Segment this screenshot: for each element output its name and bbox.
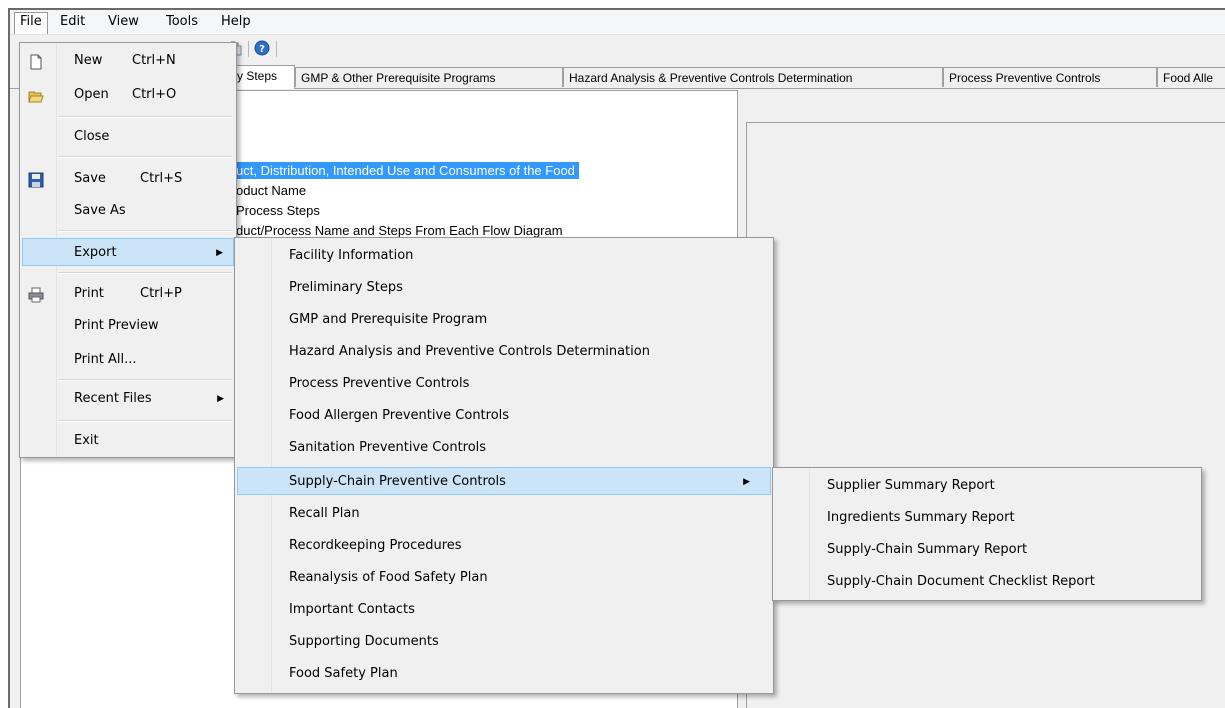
export-item-process-preventive-controls[interactable]: Process Preventive Controls <box>237 370 771 398</box>
menu-item-label: Sanitation Preventive Controls <box>289 440 487 455</box>
report-ingredients-summary[interactable]: Ingredients Summary Report <box>775 504 1199 532</box>
tree-node-product-distribution[interactable]: uct, Distribution, Intended Use and Cons… <box>236 162 579 179</box>
menu-item-label: Preliminary Steps <box>289 280 403 295</box>
export-item-hazard-analysis[interactable]: Hazard Analysis and Preventive Controls … <box>237 338 771 366</box>
report-supplier-summary[interactable]: Supplier Summary Report <box>775 472 1199 500</box>
menu-item-label: Facility Information <box>289 248 414 263</box>
tree-node-product-name[interactable]: oduct Name <box>236 182 306 199</box>
menu-edit[interactable]: Edit <box>54 13 91 31</box>
menu-separator <box>58 420 232 422</box>
menu-bar: File Edit View Tools Help <box>10 10 1225 35</box>
help-icon[interactable]: ? <box>254 40 270 56</box>
menu-item-label: Supply-Chain Summary Report <box>827 542 1028 557</box>
export-item-sanitation-preventive-controls[interactable]: Sanitation Preventive Controls <box>237 434 771 462</box>
tree-node-process-steps[interactable]: Process Steps <box>236 202 320 219</box>
menu-item-label: Print Preview <box>74 318 159 333</box>
menu-item-label: Ingredients Summary Report <box>827 510 1015 525</box>
menu-item-label: Recordkeeping Procedures <box>289 538 462 553</box>
toolbar-divider <box>276 41 277 57</box>
menu-item-print[interactable]: Print Ctrl+P <box>22 280 234 308</box>
menu-item-label: Save <box>74 171 106 186</box>
new-document-icon <box>28 53 44 70</box>
menu-item-label: Export <box>74 245 117 260</box>
menu-item-recent-files[interactable]: Recent Files ▶ <box>22 385 234 413</box>
toolbar-divider <box>248 41 249 57</box>
shortcut-label: Ctrl+N <box>132 53 176 68</box>
menu-item-exit[interactable]: Exit <box>22 427 234 455</box>
menu-item-label: Supplier Summary Report <box>827 478 995 493</box>
menu-item-new[interactable]: New Ctrl+N <box>22 47 234 75</box>
tab-hazard-analysis[interactable]: Hazard Analysis & Preventive Controls De… <box>563 67 943 87</box>
menu-item-label: Save As <box>74 203 126 218</box>
supply-chain-submenu: Supplier Summary Report Ingredients Summ… <box>772 467 1202 601</box>
menu-item-label: Important Contacts <box>289 602 415 617</box>
export-item-food-allergen-preventive-controls[interactable]: Food Allergen Preventive Controls <box>237 402 771 430</box>
menu-separator <box>58 116 232 118</box>
menu-separator <box>58 156 232 158</box>
menu-help[interactable]: Help <box>215 13 257 31</box>
menu-item-save-as[interactable]: Save As <box>22 197 234 225</box>
menu-item-label: Open <box>74 87 109 102</box>
export-item-supporting-documents[interactable]: Supporting Documents <box>237 628 771 656</box>
menu-item-label: Recall Plan <box>289 506 360 521</box>
menu-separator <box>58 379 232 381</box>
report-supply-chain-summary[interactable]: Supply-Chain Summary Report <box>775 536 1199 564</box>
menu-item-open[interactable]: Open Ctrl+O <box>22 81 234 109</box>
menu-item-label: Process Preventive Controls <box>289 376 470 391</box>
menu-item-label: Print <box>74 286 104 301</box>
floppy-disk-icon <box>28 171 44 188</box>
open-folder-icon <box>28 87 44 103</box>
submenu-arrow-icon: ▶ <box>216 248 223 258</box>
shortcut-label: Ctrl+P <box>140 286 182 301</box>
export-item-food-safety-plan[interactable]: Food Safety Plan <box>237 660 771 688</box>
printer-icon <box>28 286 44 303</box>
menu-item-label: Close <box>74 129 110 144</box>
file-menu: New Ctrl+N Open Ctrl+O Close Save Ctrl+S… <box>19 42 237 458</box>
menu-item-label: New <box>74 53 103 68</box>
export-submenu: Facility Information Preliminary Steps G… <box>234 237 774 694</box>
export-item-gmp-prerequisite[interactable]: GMP and Prerequisite Program <box>237 306 771 334</box>
menu-item-close[interactable]: Close <box>22 123 234 151</box>
menu-item-label: Exit <box>74 433 99 448</box>
shortcut-label: Ctrl+S <box>140 171 183 186</box>
menu-file[interactable]: File <box>14 12 48 34</box>
menu-tools[interactable]: Tools <box>160 13 204 31</box>
export-item-recall-plan[interactable]: Recall Plan <box>237 500 771 528</box>
menu-item-print-preview[interactable]: Print Preview <box>22 312 234 340</box>
report-supply-chain-document-checklist[interactable]: Supply-Chain Document Checklist Report <box>775 568 1199 596</box>
export-item-reanalysis[interactable]: Reanalysis of Food Safety Plan <box>237 564 771 592</box>
menu-item-label: Print All... <box>74 352 137 367</box>
menu-item-label: Recent Files <box>74 391 152 406</box>
menu-item-label: Reanalysis of Food Safety Plan <box>289 570 488 585</box>
tab-gmp-prerequisite[interactable]: GMP & Other Prerequisite Programs <box>295 67 563 87</box>
export-item-supply-chain-preventive-controls[interactable]: Supply-Chain Preventive Controls ▶ <box>237 467 771 495</box>
menu-item-label: Hazard Analysis and Preventive Controls … <box>289 344 650 359</box>
tab-process-preventive-controls[interactable]: Process Preventive Controls <box>943 67 1157 87</box>
export-item-facility-information[interactable]: Facility Information <box>237 242 771 270</box>
menu-item-label: Food Safety Plan <box>289 666 398 681</box>
tab-preliminary-steps[interactable]: y Steps <box>232 65 295 89</box>
menu-item-print-all[interactable]: Print All... <box>22 346 234 374</box>
submenu-arrow-icon: ▶ <box>743 477 750 487</box>
svg-text:?: ? <box>259 44 265 55</box>
menu-item-export[interactable]: Export ▶ <box>22 238 234 266</box>
menu-item-label: Supporting Documents <box>289 634 439 649</box>
menu-separator <box>58 230 232 232</box>
export-item-preliminary-steps[interactable]: Preliminary Steps <box>237 274 771 302</box>
menu-item-label: GMP and Prerequisite Program <box>289 312 488 327</box>
submenu-arrow-icon: ▶ <box>217 394 224 404</box>
menu-item-save[interactable]: Save Ctrl+S <box>22 165 234 193</box>
menu-view[interactable]: View <box>102 13 145 31</box>
export-item-important-contacts[interactable]: Important Contacts <box>237 596 771 624</box>
detail-panel <box>746 122 1225 708</box>
menu-separator <box>58 272 232 274</box>
export-item-recordkeeping-procedures[interactable]: Recordkeeping Procedures <box>237 532 771 560</box>
menu-item-label: Food Allergen Preventive Controls <box>289 408 510 423</box>
menu-item-label: Supply-Chain Preventive Controls <box>289 474 506 489</box>
shortcut-label: Ctrl+O <box>132 87 177 102</box>
menu-item-label: Supply-Chain Document Checklist Report <box>827 574 1095 589</box>
tab-food-allergen[interactable]: Food Alle <box>1157 67 1225 87</box>
